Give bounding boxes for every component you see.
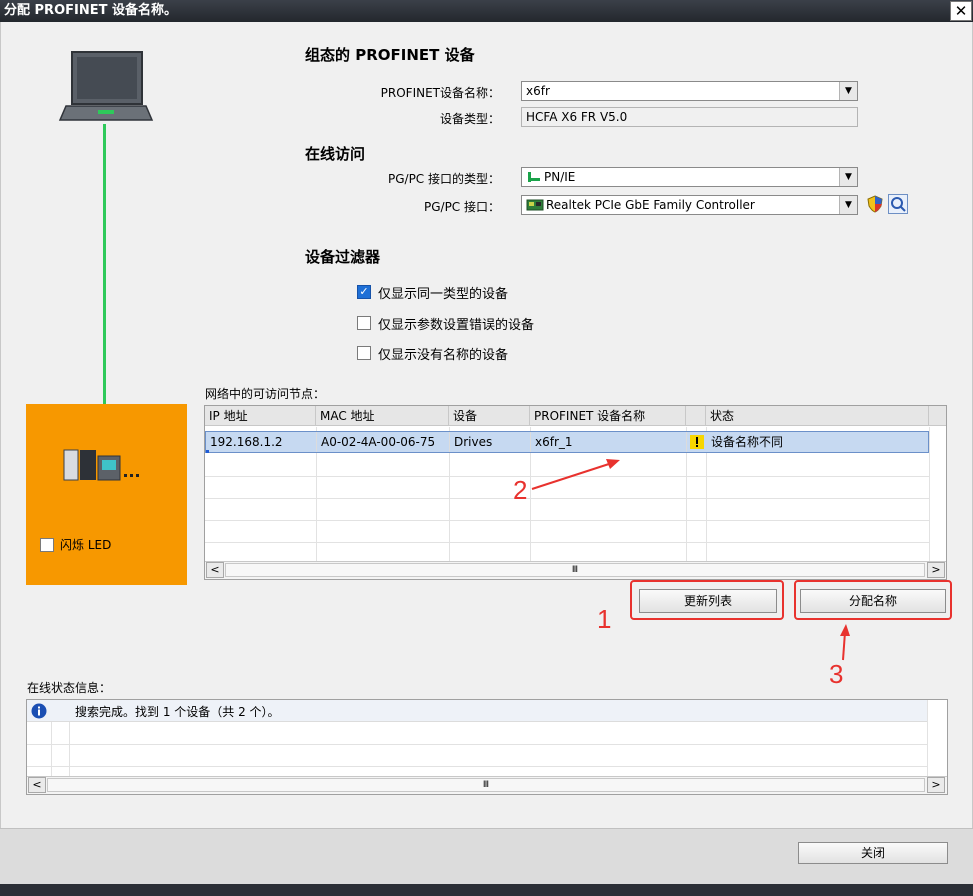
window-titlebar: 分配 PROFINET 设备名称。 (0, 0, 973, 22)
filter-heading: 设备过滤器 (305, 248, 381, 266)
device-name-dropdown-arrow[interactable]: ▼ (839, 82, 857, 100)
annotation-number-2: 2 (513, 475, 528, 505)
assign-name-button[interactable]: 分配名称 (800, 589, 946, 613)
scroll-grip: Ⅲ (571, 565, 579, 575)
device-name-label: PROFINET设备名称： (380, 86, 500, 100)
iface-label: PG/PC 接口： (423, 200, 500, 214)
iface-field[interactable]: Realtek PCIe GbE Family Controller (521, 195, 858, 215)
device-panel (26, 404, 187, 585)
device-name-field[interactable]: x6fr (521, 81, 858, 101)
iface-value: Realtek PCIe GbE Family Controller (546, 198, 755, 212)
filter-same-type-label: 仅显示同一类型的设备 (378, 287, 509, 302)
status-hline (27, 766, 927, 767)
flash-led-label: 闪烁 LED (60, 538, 112, 552)
status-label: 在线状态信息： (27, 681, 112, 695)
device-type-value: HCFA X6 FR V5.0 (526, 110, 628, 124)
annotation-arrow-2 (528, 455, 628, 495)
iface-type-value: PN/IE (544, 170, 576, 184)
window-title: 分配 PROFINET 设备名称。 (4, 3, 177, 18)
cell-mac: A0-02-4A-00-06-75 (317, 432, 450, 452)
diagnostics-icon[interactable] (888, 194, 908, 214)
filter-same-type-checkbox[interactable]: ✓ (357, 285, 371, 299)
close-button[interactable]: 关闭 (798, 842, 948, 864)
update-list-button[interactable]: 更新列表 (639, 589, 777, 613)
table-row[interactable]: 192.168.1.2 A0-02-4A-00-06-75 Drives x6f… (205, 431, 929, 453)
status-hline (27, 744, 927, 745)
grid-hline (205, 498, 929, 499)
close-window-button[interactable]: ✕ (950, 1, 972, 21)
row-focus-marker (206, 450, 209, 453)
status-hscrollbar[interactable]: < Ⅲ > (27, 776, 947, 794)
col-mac[interactable]: MAC 地址 (316, 406, 449, 426)
status-row[interactable]: 搜索完成。找到 1 个设备（共 2 个）。 (27, 700, 927, 722)
col-filler (929, 406, 946, 426)
col-profinet-name[interactable]: PROFINET 设备名称 (530, 406, 686, 426)
cell-status: 设备名称不同 (711, 435, 784, 449)
online-heading: 在线访问 (305, 145, 366, 163)
device-name-value: x6fr (526, 84, 550, 98)
device-type-field: HCFA X6 FR V5.0 (521, 107, 858, 127)
grid-hline (205, 542, 929, 543)
filter-no-name-checkbox[interactable] (357, 346, 371, 360)
cell-profinet-name: x6fr_1 (531, 432, 687, 452)
col-status[interactable]: 状态 (706, 406, 929, 426)
filter-param-error-checkbox[interactable] (357, 316, 371, 330)
scroll-thumb[interactable]: Ⅲ (225, 563, 925, 577)
status-scroll-left-button[interactable]: < (28, 777, 46, 793)
info-icon (31, 703, 47, 719)
status-scroll-thumb[interactable]: Ⅲ (47, 778, 925, 792)
bottom-strip (0, 884, 973, 896)
configured-heading: 组态的 PROFINET 设备 (305, 46, 475, 64)
cell-ip: 192.168.1.2 (206, 432, 317, 452)
network-card-icon (526, 198, 544, 212)
grid-hline (205, 520, 929, 521)
nodes-hscrollbar[interactable]: < Ⅲ > (205, 561, 946, 579)
status-list: 搜索完成。找到 1 个设备（共 2 个）。 < Ⅲ > (26, 699, 948, 795)
device-icon (62, 446, 154, 482)
scroll-right-button[interactable]: > (927, 562, 945, 578)
filter-no-name-label: 仅显示没有名称的设备 (378, 348, 509, 363)
pn-ie-icon (527, 171, 541, 183)
annotation-arrow-3 (834, 622, 854, 662)
annotation-number-3: 3 (829, 659, 844, 689)
annotation-number-1: 1 (597, 604, 612, 634)
col-ip[interactable]: IP 地址 (205, 406, 316, 426)
status-col-line (69, 722, 70, 776)
status-scroll-grip: Ⅲ (482, 780, 490, 790)
col-device[interactable]: 设备 (449, 406, 530, 426)
status-scroll-right-button[interactable]: > (927, 777, 945, 793)
flash-led-checkbox[interactable] (40, 538, 54, 552)
status-col-line (51, 722, 52, 776)
warning-icon (690, 435, 704, 449)
scroll-left-button[interactable]: < (206, 562, 224, 578)
iface-type-field[interactable]: PN/IE (521, 167, 858, 187)
iface-type-dropdown-arrow[interactable]: ▼ (839, 168, 857, 186)
pc-icon (58, 50, 154, 124)
status-message: 搜索完成。找到 1 个设备（共 2 个）。 (75, 705, 280, 719)
shield-icon[interactable] (866, 195, 884, 213)
iface-type-label: PG/PC 接口的类型： (387, 172, 500, 186)
iface-dropdown-arrow[interactable]: ▼ (839, 196, 857, 214)
status-col-line (927, 700, 928, 776)
nodes-label: 网络中的可访问节点： (205, 387, 326, 401)
device-type-label: 设备类型： (439, 112, 500, 126)
cell-device: Drives (450, 432, 531, 452)
col-status-icon (686, 406, 706, 426)
filter-param-error-label: 仅显示参数设置错误的设备 (378, 318, 535, 333)
